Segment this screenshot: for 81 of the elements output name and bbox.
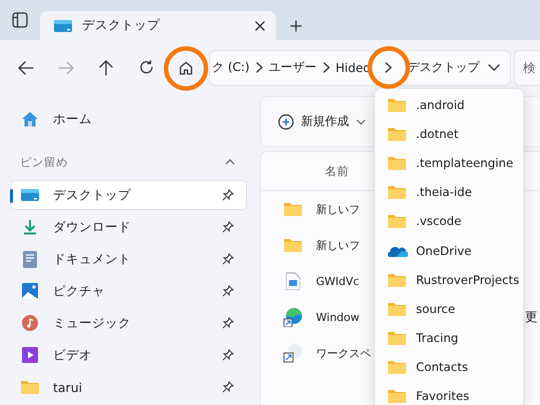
menu-item[interactable]: Favorites xyxy=(375,382,523,405)
desktop-icon xyxy=(21,188,39,202)
music-icon xyxy=(22,315,38,331)
download-icon xyxy=(22,219,38,235)
file-name[interactable]: ワークスペ xyxy=(316,346,371,360)
sidebar-item[interactable]: ホーム xyxy=(10,104,247,134)
sidebar-item[interactable]: ドキュメント xyxy=(10,244,247,274)
folder-icon xyxy=(388,331,406,346)
document-icon xyxy=(23,250,37,268)
menu-item[interactable]: RustroverProjects xyxy=(375,265,523,294)
pin-icon[interactable] xyxy=(222,253,234,265)
folder-icon xyxy=(388,360,406,374)
folder-icon xyxy=(388,98,406,112)
back-icon[interactable] xyxy=(18,60,34,74)
image-file-icon xyxy=(286,272,300,290)
pin-icon[interactable] xyxy=(222,349,234,361)
folder-icon xyxy=(388,126,406,141)
menu-item[interactable]: OneDrive xyxy=(375,236,523,266)
menu-item[interactable]: Tracing xyxy=(375,324,523,353)
search-field[interactable]: 検 xyxy=(514,50,540,86)
desktop-icon xyxy=(54,18,72,32)
home-icon[interactable] xyxy=(179,60,193,74)
caret-icon xyxy=(356,118,366,124)
home-icon xyxy=(21,111,39,127)
dropdown-icon[interactable] xyxy=(488,64,500,71)
pin-icon[interactable] xyxy=(222,317,234,329)
file-name[interactable]: 新しいフ xyxy=(316,202,360,216)
up-icon[interactable] xyxy=(99,60,113,76)
highlight-circle xyxy=(368,46,410,89)
folder-icon xyxy=(388,185,406,200)
menu-item[interactable]: source xyxy=(375,294,523,324)
browser-icon xyxy=(283,307,303,327)
folder-icon xyxy=(388,156,406,170)
menu-item[interactable]: .templateengine xyxy=(375,148,523,178)
sidebar-item[interactable]: ビデオ xyxy=(10,340,247,370)
menu-item[interactable]: .dotnet xyxy=(375,119,523,148)
selection-indicator xyxy=(10,189,13,203)
tab[interactable]: デスクトップ xyxy=(40,11,276,40)
column-header[interactable]: 名前 xyxy=(325,164,349,178)
video-icon xyxy=(22,347,38,363)
chevron-icon[interactable] xyxy=(256,62,263,73)
file-name[interactable]: 新しいフ xyxy=(316,238,360,252)
picture-icon xyxy=(22,283,38,299)
shortcut-icon xyxy=(283,343,303,363)
section-header: ピン留め xyxy=(20,154,69,170)
folder-icon xyxy=(388,302,406,316)
folder-icon xyxy=(388,214,406,228)
sidebar-item[interactable]: デスクトップ xyxy=(10,180,247,210)
breadcrumb[interactable]: ク (C:) xyxy=(212,59,250,76)
chevron-icon[interactable] xyxy=(385,62,392,73)
sidebar-item[interactable]: ダウンロード xyxy=(10,212,247,242)
file-name[interactable]: Window xyxy=(316,310,360,324)
breadcrumb[interactable]: ユーザー xyxy=(268,59,317,76)
pin-icon[interactable] xyxy=(222,285,234,297)
menu-item[interactable]: .theia-ide xyxy=(375,178,523,207)
pin-icon[interactable] xyxy=(222,381,234,393)
new-button[interactable]: 新規作成 xyxy=(278,113,366,130)
add-icon xyxy=(278,114,294,130)
folder-icon xyxy=(284,238,302,252)
chevron-icon[interactable] xyxy=(322,62,330,73)
sidebar-item[interactable]: ピクチャ xyxy=(10,276,247,306)
cloud-icon xyxy=(388,244,408,257)
sidebar-item[interactable]: ミュージック xyxy=(10,308,247,338)
highlight-circle xyxy=(164,46,208,91)
close-icon[interactable] xyxy=(254,20,266,32)
folder-icon xyxy=(21,380,39,394)
collapse-icon[interactable] xyxy=(225,158,235,166)
sidebar-item[interactable]: tarui xyxy=(10,372,247,402)
file-detail: 更 xyxy=(525,308,539,326)
pin-icon[interactable] xyxy=(222,221,234,233)
panes-icon[interactable] xyxy=(12,12,28,28)
menu-item[interactable]: .vscode xyxy=(375,206,523,236)
folder-icon xyxy=(284,202,302,216)
menu-item[interactable]: .android xyxy=(375,90,523,120)
pin-icon[interactable] xyxy=(222,189,234,201)
add-tab-icon[interactable] xyxy=(290,20,302,32)
menu-item[interactable]: Contacts xyxy=(375,352,523,382)
folder-icon xyxy=(388,272,406,287)
refresh-icon[interactable] xyxy=(138,60,154,75)
file-name[interactable]: GWIdVc xyxy=(316,274,360,288)
folder-icon xyxy=(388,389,406,404)
